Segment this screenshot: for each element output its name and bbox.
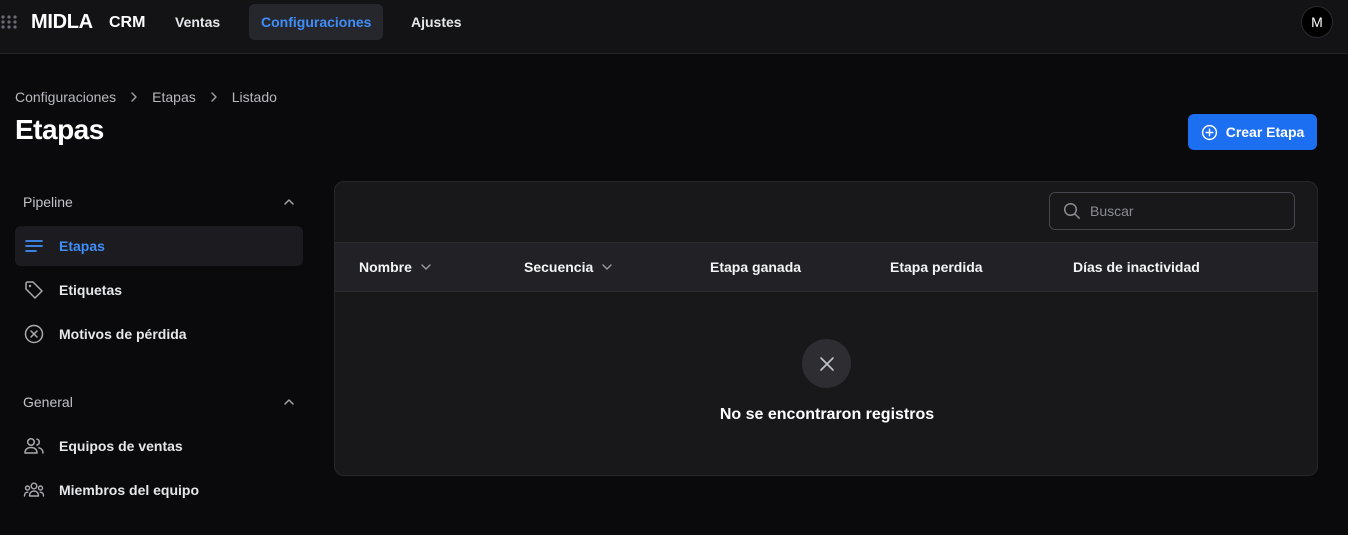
tag-icon (23, 279, 45, 301)
sidebar-item-label: Equipos de ventas (59, 438, 183, 454)
sidebar-item-label: Motivos de pérdida (59, 326, 187, 342)
sidebar-item-miembros-equipo[interactable]: Miembros del equipo (15, 470, 303, 510)
nav-ajustes[interactable]: Ajustes (399, 4, 474, 40)
section-pipeline-title: Pipeline (23, 194, 73, 210)
column-header-etapa-ganada: Etapa ganada (710, 243, 801, 291)
chevron-down-icon (601, 261, 613, 273)
list-lines-icon (23, 235, 45, 257)
stages-table-panel: Nombre Secuencia Etapa ganada Etapa perd… (334, 181, 1318, 476)
section-pipeline-toggle[interactable]: Pipeline (15, 190, 303, 214)
column-header-label: Etapa ganada (710, 259, 802, 275)
chevron-right-icon (196, 91, 232, 103)
column-header-etapa-perdida: Etapa perdida (890, 243, 983, 291)
chevron-up-icon (283, 196, 295, 208)
chevron-up-icon (283, 396, 295, 408)
empty-state-x-icon (802, 339, 851, 388)
plus-circle-icon (1201, 124, 1218, 141)
column-header-secuencia[interactable]: Secuencia (524, 243, 613, 291)
breadcrumb-listado: Listado (231, 89, 277, 105)
column-header-label: Nombre (359, 259, 412, 275)
column-header-nombre[interactable]: Nombre (359, 243, 432, 291)
create-stage-button[interactable]: Crear Etapa (1188, 114, 1317, 150)
search-input[interactable] (1090, 203, 1270, 219)
breadcrumb: Configuraciones Etapas Listado (15, 88, 277, 106)
brand-logo[interactable]: MIDLA (31, 11, 93, 34)
nav-ventas[interactable]: Ventas (163, 4, 232, 40)
app-name: CRM (109, 14, 146, 31)
chevron-down-icon (420, 261, 432, 273)
table-header: Nombre Secuencia Etapa ganada Etapa perd… (335, 242, 1317, 292)
breadcrumb-etapas[interactable]: Etapas (152, 89, 196, 105)
x-circle-icon (23, 323, 45, 345)
top-bar: MIDLA CRM Ventas Configuraciones Ajustes… (0, 0, 1348, 54)
sidebar-item-label: Etiquetas (59, 282, 123, 298)
column-header-label: Etapa perdida (890, 259, 983, 275)
apps-grid-icon[interactable] (0, 14, 18, 30)
sidebar-item-etiquetas[interactable]: Etiquetas (15, 270, 303, 310)
search-box[interactable] (1049, 192, 1295, 230)
sidebar-item-etapas[interactable]: Etapas (15, 226, 303, 266)
users-icon (23, 435, 45, 457)
section-general-title: General (23, 394, 73, 410)
sidebar-item-equipos-ventas[interactable]: Equipos de ventas (15, 426, 303, 466)
team-icon (23, 479, 45, 501)
column-header-dias-inactividad: Días de inactividad (1073, 243, 1200, 291)
breadcrumb-configuraciones[interactable]: Configuraciones (15, 89, 116, 105)
chevron-right-icon (116, 91, 152, 103)
search-icon (1063, 202, 1081, 220)
page-title: Etapas (15, 114, 104, 145)
sidebar-item-label: Miembros del equipo (59, 482, 200, 498)
sidebar-item-label: Etapas (59, 238, 105, 254)
section-general-toggle[interactable]: General (15, 390, 303, 414)
sidebar-item-motivos-perdida[interactable]: Motivos de pérdida (15, 314, 303, 354)
create-stage-label: Crear Etapa (1225, 124, 1305, 140)
column-header-label: Días de inactividad (1073, 259, 1200, 275)
column-header-label: Secuencia (524, 259, 594, 275)
nav-configuraciones[interactable]: Configuraciones (249, 4, 384, 40)
user-avatar[interactable]: M (1301, 6, 1333, 38)
empty-state-message: No se encontraron registros (719, 406, 935, 423)
